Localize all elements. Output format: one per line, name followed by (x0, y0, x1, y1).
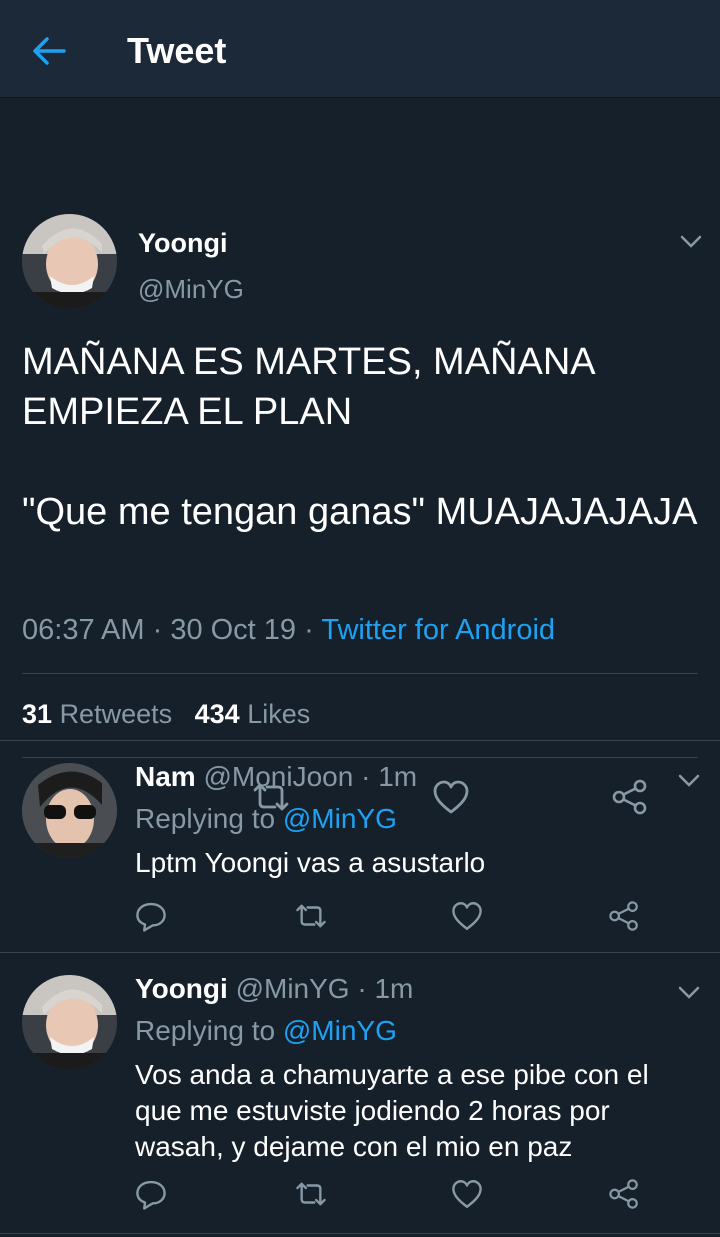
share-icon[interactable] (607, 899, 641, 933)
reply-text: Lptm Yoongi vas a asustarlo (135, 847, 486, 878)
author-handle[interactable]: @MoniJoon (203, 761, 353, 792)
reply-header: Yoongi @MinYG · 1m (135, 973, 413, 1005)
tweet-stats: 31 Retweets 434 Likes (22, 699, 310, 730)
reply-icon[interactable] (134, 899, 168, 933)
author-name[interactable]: Nam (135, 761, 196, 792)
author-name[interactable]: Yoongi (135, 973, 228, 1004)
likes-stat[interactable]: 434 Likes (195, 699, 311, 729)
author-handle[interactable]: @MinYG (138, 274, 244, 305)
avatar[interactable] (22, 763, 117, 858)
reply-tweet[interactable]: Yoongi @MinYG · 1m Replying to @MinYG Vo… (0, 953, 720, 1234)
meta-separator: · (357, 973, 367, 1004)
replying-to: Replying to @MinYG (135, 1015, 397, 1046)
tweet-text: MAÑANA ES MARTES, MAÑANA EMPIEZA EL PLAN… (22, 341, 698, 533)
share-icon[interactable] (607, 1177, 641, 1211)
author-name[interactable]: Yoongi (138, 228, 227, 259)
reply-time: 1m (378, 761, 418, 792)
reply-text: Vos anda a chamuyarte a ese pibe con el … (135, 1059, 649, 1162)
tweet-source-link[interactable]: Twitter for Android (321, 614, 555, 646)
top-bar: Tweet (0, 0, 720, 98)
chevron-down-icon[interactable] (676, 767, 702, 793)
meta-separator: · (361, 761, 371, 792)
page-title: Tweet (127, 30, 227, 71)
reply-header: Nam @MoniJoon · 1m (135, 761, 417, 793)
like-heart-icon[interactable] (450, 899, 484, 933)
divider (22, 673, 698, 674)
back-arrow-icon[interactable] (30, 32, 68, 70)
retweet-icon[interactable] (294, 899, 328, 933)
tweet-date: 30 Oct 19 (170, 614, 297, 646)
avatar[interactable] (22, 214, 117, 309)
meta-separator: · (304, 614, 322, 646)
author-handle[interactable]: @MinYG (236, 973, 350, 1004)
chevron-down-icon[interactable] (678, 228, 704, 254)
meta-separator: · (152, 614, 171, 646)
reply-time: 1m (374, 973, 414, 1004)
reply-tweet[interactable]: Nam @MoniJoon · 1m Replying to @MinYG Lp… (0, 741, 720, 953)
retweets-stat[interactable]: 31 Retweets (22, 699, 172, 729)
avatar[interactable] (22, 975, 117, 1070)
reply-icon[interactable] (134, 1177, 168, 1211)
main-tweet: Yoongi @MinYG MAÑANA ES MARTES, MAÑANA E… (0, 98, 720, 816)
chevron-down-icon[interactable] (676, 979, 702, 1005)
retweet-icon[interactable] (294, 1177, 328, 1211)
like-heart-icon[interactable] (450, 1177, 484, 1211)
tweet-time: 06:37 AM (22, 614, 145, 646)
replying-to-link[interactable]: @MinYG (283, 1015, 397, 1046)
tweet-meta: 06:37 AM · 30 Oct 19 · Twitter for Andro… (22, 614, 555, 647)
replying-to-link[interactable]: @MinYG (283, 803, 397, 834)
replying-to: Replying to @MinYG (135, 803, 397, 834)
